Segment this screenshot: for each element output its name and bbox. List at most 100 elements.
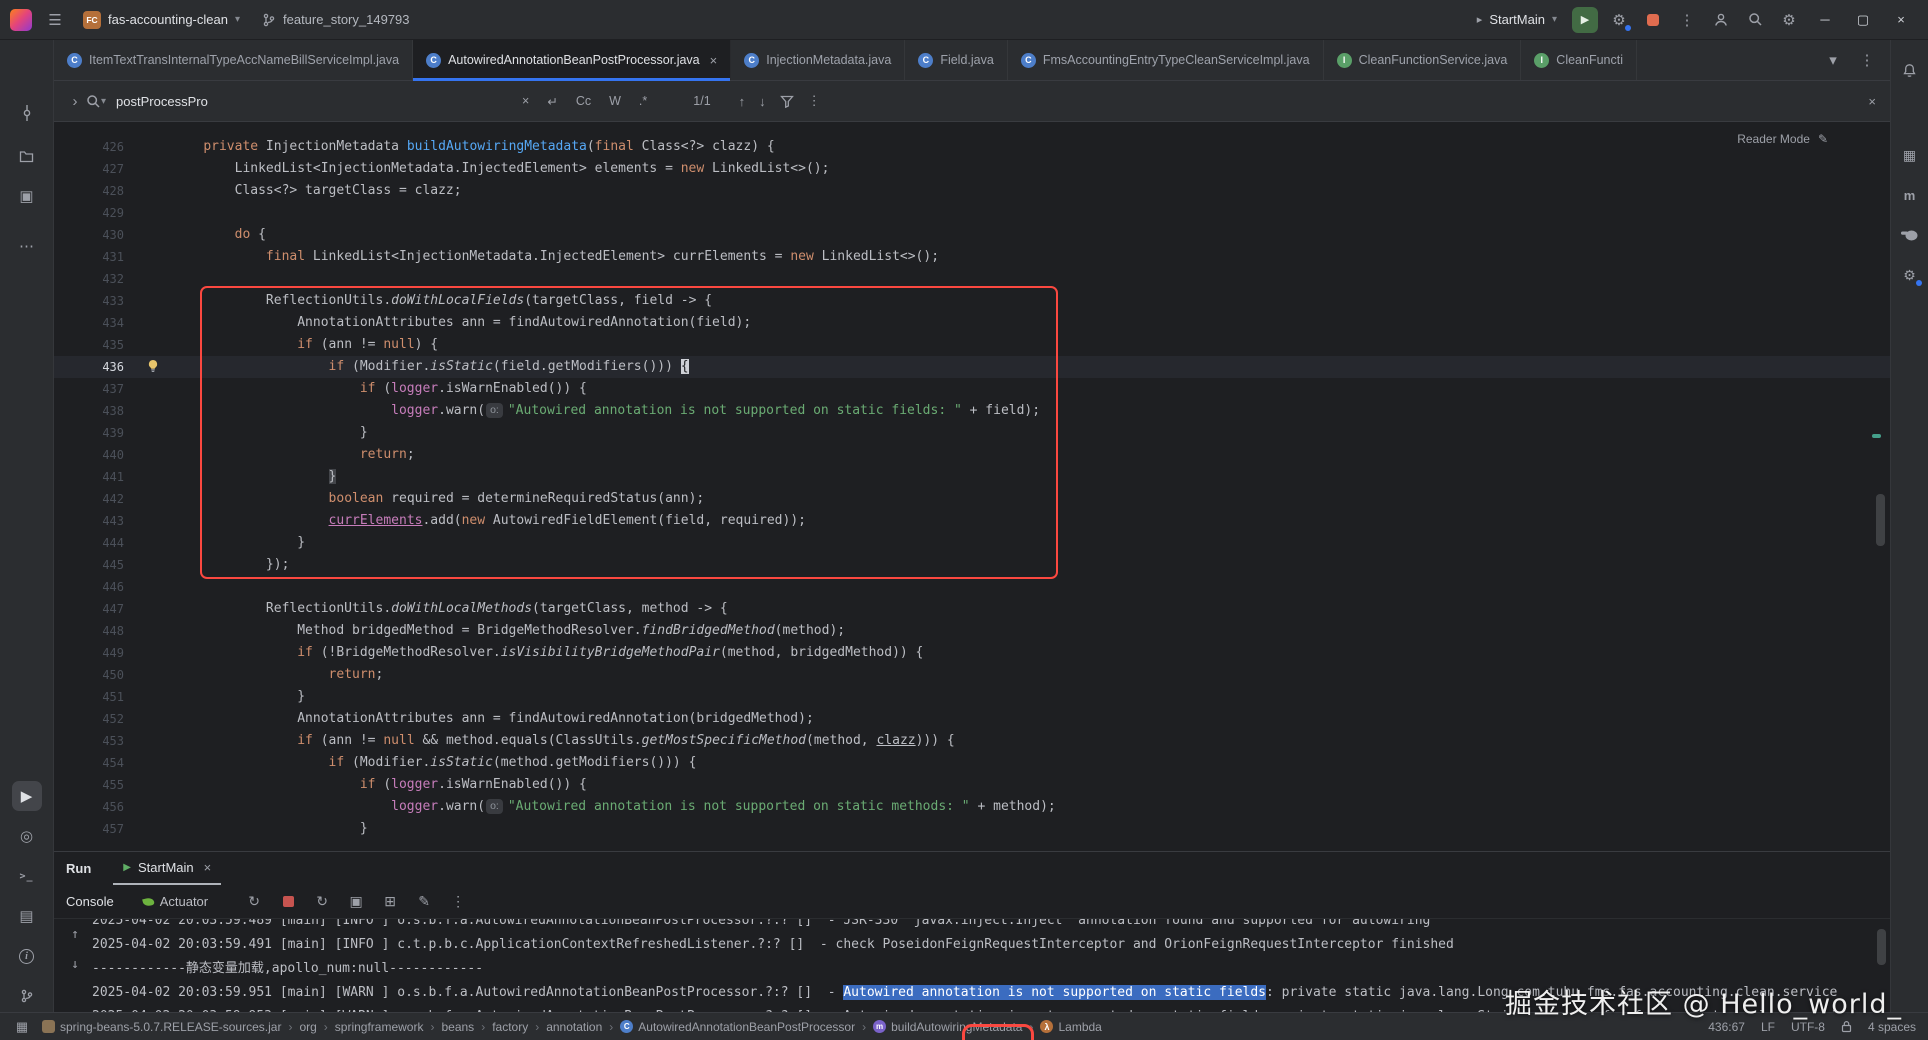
main-menu-icon[interactable]: ☰ xyxy=(40,5,70,35)
line-number[interactable]: 433 xyxy=(54,290,124,312)
close-tab-icon[interactable]: × xyxy=(710,53,718,68)
whole-words-toggle[interactable]: W xyxy=(603,91,627,111)
vcs-icon[interactable] xyxy=(12,981,42,1011)
line-number[interactable]: 435 xyxy=(54,334,124,356)
code-line-426[interactable]: 426 private InjectionMetadata buildAutow… xyxy=(54,136,1890,158)
newline-icon[interactable]: ↵ xyxy=(541,91,563,112)
search-input[interactable]: postProcessPro xyxy=(116,94,516,109)
code-line-455[interactable]: 455 if (logger.isWarnEnabled()) { xyxy=(54,774,1890,796)
code-line-450[interactable]: 450 return; xyxy=(54,664,1890,686)
code-line-451[interactable]: 451 } xyxy=(54,686,1890,708)
code-line-449[interactable]: 449 if (!BridgeMethodResolver.isVisibili… xyxy=(54,642,1890,664)
breadcrumb-factory[interactable]: factory xyxy=(492,1020,528,1034)
close-button[interactable]: × xyxy=(1884,5,1918,35)
code-line-447[interactable]: 447 ReflectionUtils.doWithLocalMethods(t… xyxy=(54,598,1890,620)
console-line-2[interactable]: 2025-04-02 20:03:59.491 [main] [INFO ] c… xyxy=(92,933,1890,957)
commit-icon[interactable] xyxy=(12,98,42,128)
tab-fmsaccountingentrytypecleanserviceimpl-java[interactable]: C FmsAccountingEntryTypeCleanServiceImpl.… xyxy=(1008,40,1324,80)
run-config-selector[interactable]: ▸ StartMain ▾ xyxy=(1468,5,1566,35)
tab-options-icon[interactable]: ⋮ xyxy=(1852,45,1882,75)
match-case-toggle[interactable]: Cc xyxy=(570,91,597,111)
line-number[interactable]: 446 xyxy=(54,576,124,598)
filter-icon[interactable] xyxy=(779,95,794,108)
line-number[interactable]: 440 xyxy=(54,444,124,466)
minimize-button[interactable]: ─ xyxy=(1808,5,1842,35)
build-icon[interactable]: ▦ xyxy=(1896,141,1924,169)
hidden-tabs-chevron-icon[interactable]: ▾ xyxy=(1818,45,1848,75)
services-icon[interactable]: ▤ xyxy=(12,901,42,931)
code-line-437[interactable]: 437 if (logger.isWarnEnabled()) { xyxy=(54,378,1890,400)
tab-cleanfunctionservice-java[interactable]: I CleanFunctionService.java xyxy=(1324,40,1522,80)
maven-icon[interactable]: m xyxy=(1896,181,1924,209)
code-line-453[interactable]: 453 if (ann != null && method.equals(Cla… xyxy=(54,730,1890,752)
code-line-428[interactable]: 428 Class<?> targetClass = clazz; xyxy=(54,180,1890,202)
debug-icon[interactable]: ◎ xyxy=(12,821,42,851)
expand-search-icon[interactable]: › xyxy=(64,86,86,116)
more-icon[interactable]: ⋯ xyxy=(12,231,42,261)
read-only-lock-icon[interactable] xyxy=(1841,1020,1852,1033)
code-line-456[interactable]: 456 logger.warn(o: "Autowired annotation … xyxy=(54,796,1890,818)
more-icon[interactable]: ⋮ xyxy=(445,890,471,914)
code-line-434[interactable]: 434 AnnotationAttributes ann = findAutow… xyxy=(54,312,1890,334)
editor-scrollbar-thumb[interactable] xyxy=(1876,494,1885,546)
code-line-435[interactable]: 435 if (ann != null) { xyxy=(54,334,1890,356)
tool-window-switcher-icon[interactable]: ▦ xyxy=(12,1017,32,1037)
search-more-options-icon[interactable]: ⋮ xyxy=(808,93,821,109)
next-match-icon[interactable]: ↓ xyxy=(759,94,766,109)
breadcrumb-lambda[interactable]: λ Lambda xyxy=(1040,1020,1102,1034)
camera-icon[interactable]: ▣ xyxy=(343,890,369,914)
breadcrumb-annotation[interactable]: annotation xyxy=(546,1020,602,1034)
line-number[interactable]: 453 xyxy=(54,730,124,752)
indent-setting[interactable]: 4 spaces xyxy=(1868,1020,1916,1034)
line-number[interactable]: 431 xyxy=(54,246,124,268)
line-number[interactable]: 432 xyxy=(54,268,124,290)
tab-injectionmetadata-java[interactable]: C InjectionMetadata.java xyxy=(731,40,906,80)
line-number[interactable]: 426 xyxy=(54,136,124,158)
code-line-431[interactable]: 431 final LinkedList<InjectionMetadata.I… xyxy=(54,246,1890,268)
terminal-icon[interactable]: >_ xyxy=(12,861,42,891)
line-number[interactable]: 443 xyxy=(54,510,124,532)
line-number[interactable]: 444 xyxy=(54,532,124,554)
structure-icon[interactable]: ▣ xyxy=(12,181,42,211)
code-line-454[interactable]: 454 if (Modifier.isStatic(method.getModi… xyxy=(54,752,1890,774)
scroll-to-end-icon[interactable]: ↓ xyxy=(71,953,79,977)
line-number[interactable]: 451 xyxy=(54,686,124,708)
line-number[interactable]: 439 xyxy=(54,422,124,444)
branch-widget[interactable]: feature_story_149793 xyxy=(253,5,418,35)
line-number[interactable]: 436 xyxy=(54,356,124,378)
code-line-446[interactable]: 446 xyxy=(54,576,1890,598)
console-line-5[interactable]: 2025-04-02 20:03:59.953 [main] [WARN ] o… xyxy=(92,1005,1890,1012)
settings-sync-icon[interactable]: ⚙ xyxy=(1896,261,1924,289)
line-number[interactable]: 428 xyxy=(54,180,124,202)
notifications-icon[interactable] xyxy=(1896,56,1924,84)
problems-icon[interactable]: i xyxy=(12,941,42,971)
code-line-445[interactable]: 445 }); xyxy=(54,554,1890,576)
line-number[interactable]: 434 xyxy=(54,312,124,334)
restart-icon[interactable]: ↻ xyxy=(309,890,335,914)
file-encoding[interactable]: UTF-8 xyxy=(1791,1020,1825,1034)
code-line-433[interactable]: 433 ReflectionUtils.doWithLocalFields(ta… xyxy=(54,290,1890,312)
actuator-tab[interactable]: Actuator xyxy=(134,890,217,913)
line-number[interactable]: 442 xyxy=(54,488,124,510)
code-line-440[interactable]: 440 return; xyxy=(54,444,1890,466)
code-line-438[interactable]: 438 logger.warn(o: "Autowired annotation … xyxy=(54,400,1890,422)
code-line-436[interactable]: 436 if (Modifier.isStatic(field.getModif… xyxy=(54,356,1890,378)
caret-position[interactable]: 436:67 xyxy=(1708,1020,1745,1034)
line-number[interactable]: 449 xyxy=(54,642,124,664)
code-line-441[interactable]: 441 } xyxy=(54,466,1890,488)
line-number[interactable]: 429 xyxy=(54,202,124,224)
line-number[interactable]: 430 xyxy=(54,224,124,246)
line-number[interactable]: 438 xyxy=(54,400,124,422)
line-number[interactable]: 447 xyxy=(54,598,124,620)
more-actions-icon[interactable]: ⋮ xyxy=(1672,5,1702,35)
settings-gear-icon[interactable]: ⚙ xyxy=(1774,5,1804,35)
line-separator[interactable]: LF xyxy=(1761,1020,1775,1034)
run-button[interactable]: ▶ xyxy=(1570,5,1600,35)
project-widget[interactable]: FC fas-accounting-clean ▾ xyxy=(74,5,249,35)
code-line-443[interactable]: 443 currElements.add(new AutowiredFieldE… xyxy=(54,510,1890,532)
edit-icon[interactable]: ✎ xyxy=(411,890,437,914)
console-line-4[interactable]: 2025-04-02 20:03:59.951 [main] [WARN ] o… xyxy=(92,981,1890,1005)
code-line-457[interactable]: 457 } xyxy=(54,818,1890,840)
code-line-432[interactable]: 432 xyxy=(54,268,1890,290)
code-with-me-user-icon[interactable] xyxy=(1706,5,1736,35)
